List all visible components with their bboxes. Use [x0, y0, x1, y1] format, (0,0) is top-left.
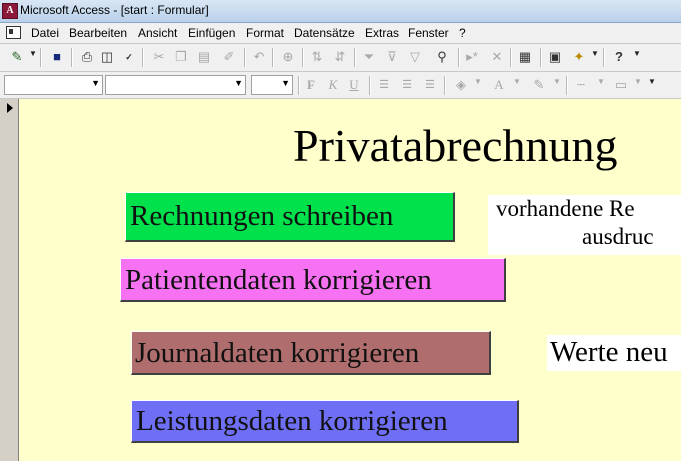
design-view-icon[interactable]: ✎ — [8, 48, 26, 66]
record-selector[interactable] — [0, 99, 19, 461]
menu-bar: Datei Bearbeiten Ansicht Einfügen Format… — [0, 23, 681, 44]
new-object-dropdown-icon[interactable]: ▼ — [591, 49, 599, 58]
special-effect-dropdown-icon[interactable]: ▼ — [634, 77, 642, 86]
sort-descending-icon[interactable]: ⇵ — [331, 48, 349, 66]
title-bar: A Microsoft Access - [start : Formular] — [0, 0, 681, 23]
print-icon[interactable]: ⎙ — [78, 48, 96, 66]
menu-format[interactable]: Format — [246, 26, 284, 40]
chevron-down-icon: ▼ — [281, 78, 290, 88]
line-width-icon[interactable]: ┄ — [572, 76, 590, 94]
save-icon[interactable]: ■ — [48, 48, 66, 66]
help-icon[interactable]: ? — [610, 48, 628, 66]
spelling-icon[interactable]: ✓ — [120, 48, 138, 66]
hyperlink-icon[interactable]: ⊕ — [279, 48, 297, 66]
apply-filter-icon[interactable]: ▽ — [406, 48, 424, 66]
align-center-icon[interactable]: ☰ — [398, 76, 416, 94]
font-size-combo[interactable]: ▼ — [251, 75, 293, 95]
note-line-2: ausdruc — [582, 224, 654, 249]
current-record-icon — [7, 103, 13, 113]
werte-neu-button[interactable]: Werte neu — [547, 335, 681, 371]
new-record-icon[interactable]: ▸* — [463, 48, 481, 66]
patientendaten-korrigieren-button[interactable]: Patientendaten korrigieren — [120, 258, 506, 302]
note-line-1: vorhandene Re — [496, 196, 635, 221]
database-toolbar: ✎ ▼ ■ ⎙ ◫ ✓ ✂ ❐ ▤ ✐ ↶ ⊕ ⇅ ⇵ ⏷ ⊽ ▽ ⚲ ▸* ✕… — [0, 44, 681, 72]
line-color-dropdown-icon[interactable]: ▼ — [553, 77, 561, 86]
special-effect-icon[interactable]: ▭ — [612, 76, 630, 94]
toolbar-options-icon[interactable]: ▼ — [648, 77, 656, 86]
menu-datensaetze[interactable]: Datensätze — [294, 26, 355, 40]
view-dropdown-icon[interactable]: ▼ — [29, 49, 37, 58]
window-title: Microsoft Access - [start : Formular] — [20, 3, 209, 17]
database-window-icon[interactable]: ▣ — [546, 48, 564, 66]
underline-icon[interactable]: U — [345, 76, 363, 94]
toolbar-options-icon[interactable]: ▼ — [633, 49, 641, 58]
print-preview-icon[interactable]: ◫ — [98, 48, 116, 66]
access-app-icon[interactable]: A — [2, 3, 18, 19]
journaldaten-korrigieren-button[interactable]: Journaldaten korrigieren — [131, 331, 491, 375]
new-object-icon[interactable]: ✦ — [570, 48, 588, 66]
format-painter-icon[interactable]: ✐ — [220, 48, 238, 66]
align-left-icon[interactable]: ☰ — [375, 76, 393, 94]
form-window-icon[interactable] — [6, 26, 21, 39]
leistungsdaten-korrigieren-button[interactable]: Leistungsdaten korrigieren — [131, 400, 519, 443]
undo-icon[interactable]: ↶ — [250, 48, 268, 66]
copy-icon[interactable]: ❐ — [172, 48, 190, 66]
menu-extras[interactable]: Extras — [365, 26, 399, 40]
bold-icon[interactable]: F — [302, 76, 320, 94]
filter-by-selection-icon[interactable]: ⏷ — [360, 48, 378, 66]
menu-einfuegen[interactable]: Einfügen — [188, 26, 235, 40]
form-heading: Privatabrechnung — [293, 120, 618, 171]
cut-icon[interactable]: ✂ — [150, 48, 168, 66]
find-icon[interactable]: ⚲ — [433, 48, 451, 66]
filter-by-form-icon[interactable]: ⊽ — [383, 48, 401, 66]
align-right-icon[interactable]: ☰ — [421, 76, 439, 94]
paste-icon[interactable]: ▤ — [195, 48, 213, 66]
menu-bearbeiten[interactable]: Bearbeiten — [69, 26, 127, 40]
properties-icon[interactable]: ▦ — [516, 48, 534, 66]
italic-icon[interactable]: K — [324, 76, 342, 94]
menu-fenster[interactable]: Fenster — [408, 26, 449, 40]
formatting-toolbar: ▼ ▼ ▼ F K U ☰ ☰ ☰ ◈ ▼ A ▼ ✎ ▼ ┄ ▼ ▭ ▼ ▼ — [0, 72, 681, 99]
line-width-dropdown-icon[interactable]: ▼ — [597, 77, 605, 86]
line-color-icon[interactable]: ✎ — [530, 76, 548, 94]
object-combo[interactable]: ▼ — [4, 75, 103, 95]
fill-color-icon[interactable]: ◈ — [452, 76, 470, 94]
menu-datei[interactable]: Datei — [31, 26, 59, 40]
sort-ascending-icon[interactable]: ⇅ — [308, 48, 326, 66]
fill-color-dropdown-icon[interactable]: ▼ — [474, 77, 482, 86]
menu-help[interactable]: ? — [459, 26, 466, 40]
font-name-combo[interactable]: ▼ — [105, 75, 246, 95]
chevron-down-icon: ▼ — [91, 78, 100, 88]
chevron-down-icon: ▼ — [234, 78, 243, 88]
vorhandene-rechnungen-button[interactable]: vorhandene Re ausdruc — [488, 195, 681, 255]
menu-ansicht[interactable]: Ansicht — [138, 26, 177, 40]
rechnungen-schreiben-button[interactable]: Rechnungen schreiben — [125, 192, 455, 242]
delete-record-icon[interactable]: ✕ — [488, 48, 506, 66]
start-form: Privatabrechnung Rechnungen schreiben Pa… — [19, 99, 681, 461]
font-color-dropdown-icon[interactable]: ▼ — [513, 77, 521, 86]
font-color-icon[interactable]: A — [490, 76, 508, 94]
